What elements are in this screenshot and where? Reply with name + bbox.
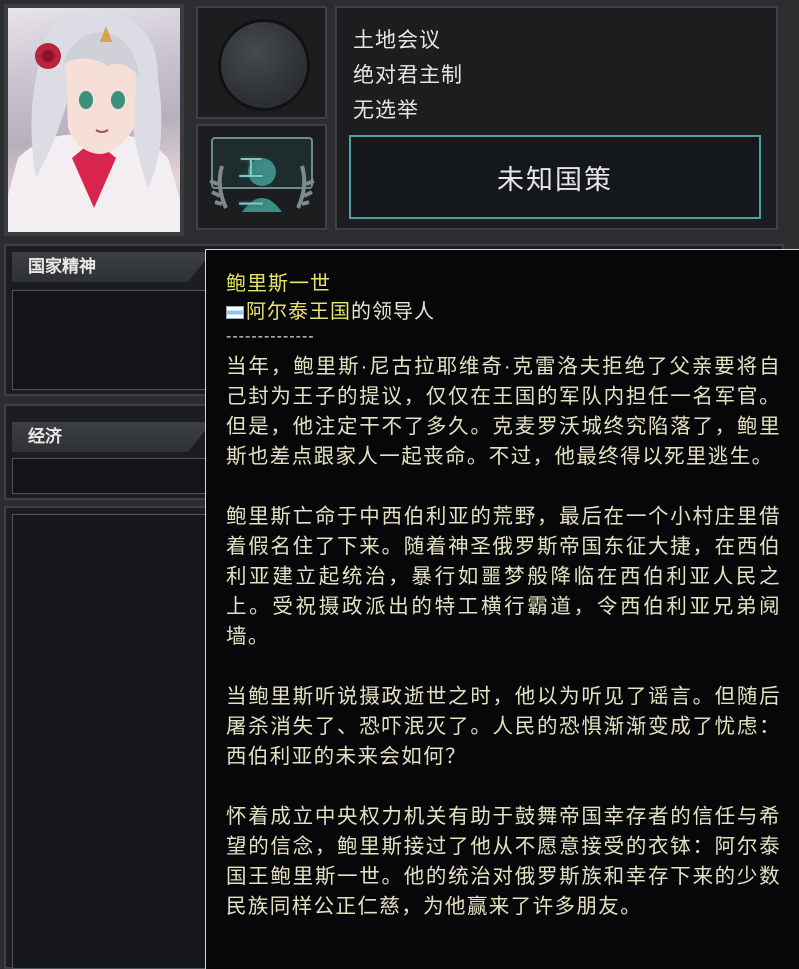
- rank-badge-text: 工一: [237, 154, 286, 221]
- leader-rank-slot[interactable]: 工一: [196, 124, 327, 230]
- economy-slot: [12, 458, 208, 494]
- bottom-content-area: [12, 514, 208, 969]
- national-spirit-slot: [12, 290, 208, 390]
- leader-name: 鲍里斯一世: [226, 273, 331, 295]
- bio-paragraph: 鲍里斯亡命于中西伯利亚的荒野，最后在一个小村庄里借着假名住了下来。随着神圣俄罗斯…: [226, 505, 781, 648]
- leader-portrait[interactable]: [4, 4, 184, 236]
- bio-paragraph: 当年，鲍里斯·尼古拉耶维奇·克雷洛夫拒绝了父亲要将自己封为王子的提议，仅仅在王国…: [226, 355, 781, 468]
- country-name: 阿尔泰王国: [246, 301, 351, 323]
- ideology-line-3: 无选举: [353, 98, 419, 122]
- emblem-placeholder-icon: [218, 19, 310, 111]
- ideology-line-1: 土地会议: [353, 28, 441, 52]
- tooltip-separator: --------------: [226, 328, 315, 345]
- leader-title: 阿尔泰王国的领导人: [226, 298, 781, 326]
- national-focus-button[interactable]: 未知国策: [349, 135, 761, 219]
- country-emblem-slot[interactable]: [196, 6, 327, 119]
- bio-paragraph: 怀着成立中央权力机关有助于鼓舞帝国幸存者的信任与希望的信念，鲍里斯接过了他从不愿…: [226, 805, 781, 918]
- altai-flag-icon: [226, 306, 244, 320]
- leader-title-suffix: 的领导人: [351, 301, 435, 323]
- economy-tab[interactable]: 经济: [12, 422, 212, 452]
- anime-girl-portrait-icon: [8, 12, 180, 232]
- bio-paragraph: 当鲍里斯听说摄政逝世之时，他以为听见了谣言。但随后屠杀消失了、恐吓泯灭了。人民的…: [226, 685, 781, 768]
- leader-tooltip: 鲍里斯一世 阿尔泰王国的领导人 -------------- 当年，鲍里斯·尼古…: [205, 249, 799, 969]
- government-info-panel: 土地会议 绝对君主制 无选举 未知国策: [335, 6, 778, 230]
- leader-portrait-image: [8, 8, 180, 232]
- national-spirit-tab[interactable]: 国家精神: [12, 252, 212, 282]
- ideology-line-2: 绝对君主制: [353, 63, 463, 87]
